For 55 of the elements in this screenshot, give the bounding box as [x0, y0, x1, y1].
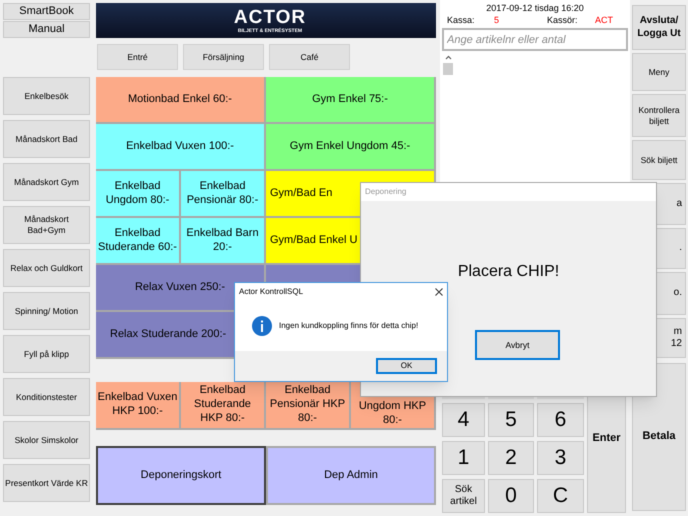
- product-button[interactable]: Enkelbad Ungdom 80:-: [96, 171, 181, 218]
- category-button[interactable]: Skolor Simskolor: [3, 421, 90, 459]
- category-button[interactable]: Fyll på klipp: [3, 335, 90, 373]
- logo-text: ACTOR: [234, 8, 306, 26]
- register-label: Kassa:: [447, 16, 476, 25]
- deposit-button[interactable]: Deponeringskort: [96, 446, 266, 505]
- deposit-button[interactable]: Dep Admin: [266, 446, 436, 505]
- close-icon[interactable]: [435, 288, 443, 296]
- dialog-message: Placera CHIP!: [458, 262, 560, 282]
- category-button[interactable]: Relax och Guldkort: [3, 249, 90, 287]
- info-icon: [252, 316, 272, 336]
- cancel-button[interactable]: Avbryt: [475, 330, 560, 360]
- product-button[interactable]: Motionbad Enkel 60:-: [96, 77, 266, 124]
- side-button[interactable]: Avsluta/ Logga Ut: [632, 5, 686, 50]
- category-button[interactable]: Konditionstester: [3, 378, 90, 416]
- product-button[interactable]: Enkelbad Pensionär HKP 80:-: [266, 382, 351, 430]
- category-button[interactable]: Månadskort Gym: [3, 163, 90, 201]
- side-button[interactable]: Sök biljett: [632, 140, 686, 180]
- product-button[interactable]: Gym Enkel Ungdom 45:-: [266, 124, 436, 171]
- cashier-name: ACT: [595, 16, 613, 25]
- product-button[interactable]: Enkelbad Pensionär 80:-: [181, 171, 266, 218]
- tab[interactable]: Entré: [97, 44, 178, 70]
- category-button[interactable]: Enkelbesök: [3, 77, 90, 115]
- product-button[interactable]: Gym Enkel 75:-: [266, 77, 436, 124]
- product-button[interactable]: Enkelbad Barn 20:-: [181, 218, 266, 265]
- product-button[interactable]: Enkelbad Vuxen 100:-: [96, 124, 266, 171]
- cashier-label: Kassör:: [547, 16, 579, 25]
- keypad-key[interactable]: 5: [488, 403, 534, 437]
- keypad-key[interactable]: 0: [488, 479, 534, 513]
- tab[interactable]: Café: [269, 44, 350, 70]
- keypad-key[interactable]: 3: [537, 441, 584, 475]
- category-button[interactable]: Månadskort Bad+Gym: [3, 206, 90, 244]
- category-button[interactable]: Spinning/ Motion: [3, 292, 90, 330]
- product-button[interactable]: Enkelbad Studerande HKP 80:-: [181, 382, 266, 430]
- tab[interactable]: Försäljning: [183, 44, 264, 70]
- category-button[interactable]: Presentkort Värde KR: [3, 464, 90, 502]
- register-number: 5: [494, 16, 500, 25]
- ok-button[interactable]: OK: [376, 358, 437, 374]
- side-button[interactable]: Kontrollera biljett: [632, 94, 686, 137]
- scrollbar[interactable]: [443, 54, 454, 76]
- side-button[interactable]: Meny: [632, 53, 686, 91]
- keypad-key[interactable]: Sök artikel: [442, 479, 485, 513]
- category-button[interactable]: Månadskort Bad: [3, 120, 90, 158]
- dialog-title: Deponering: [365, 186, 406, 198]
- keypad-key[interactable]: C: [537, 479, 584, 513]
- date-time: 2017-09-12 tisdag 16:20: [485, 2, 585, 13]
- keypad-key[interactable]: 2: [488, 441, 534, 475]
- product-button[interactable]: Enkelbad Studerande 60:-: [96, 218, 181, 265]
- product-button[interactable]: Enkelbad Vuxen HKP 100:-: [96, 382, 181, 430]
- keypad-key[interactable]: 4: [442, 403, 485, 437]
- keypad-key[interactable]: 6: [537, 403, 584, 437]
- dialog-message: Ingen kundkoppling finns för detta chip!: [279, 320, 418, 332]
- keypad-key[interactable]: 1: [442, 441, 485, 475]
- top-button[interactable]: Manual: [3, 21, 90, 38]
- top-button[interactable]: SmartBook: [3, 3, 90, 20]
